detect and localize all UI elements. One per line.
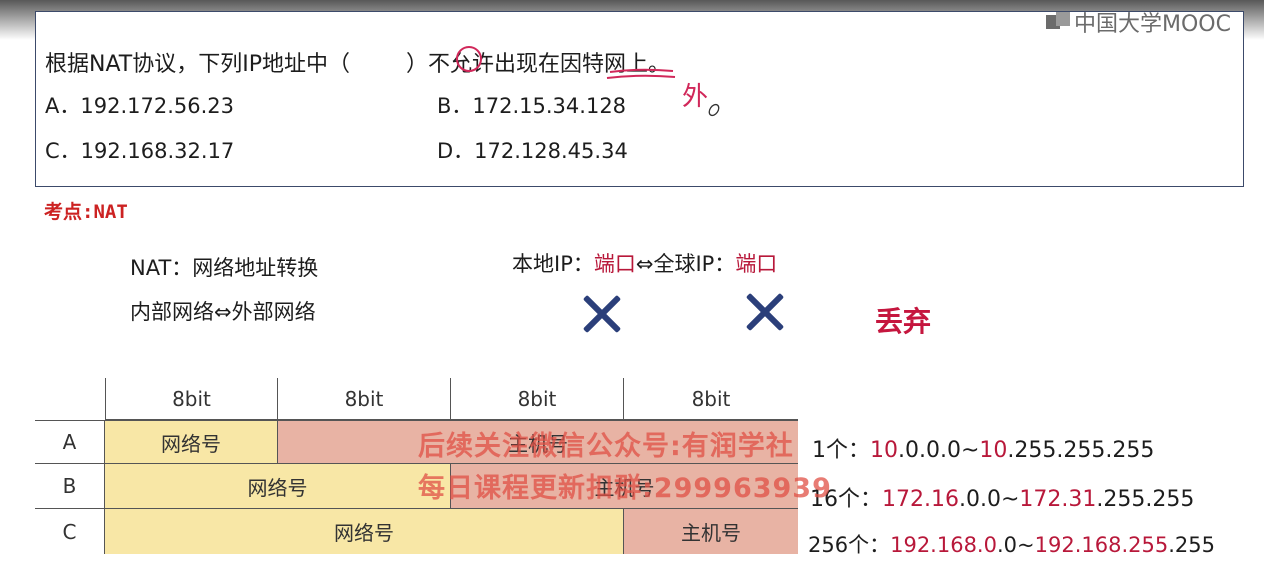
local-global-mapping: 本地IP：端口⇔全球IP：端口 <box>512 248 777 278</box>
range-tilde: ~ <box>1017 533 1035 557</box>
range-class-b: 16个：172.16.0.0~172.31.255.255 <box>810 481 1194 513</box>
mooc-logo: 中国大学MOOC <box>1046 8 1231 37</box>
option-b: B．172.15.34.128 <box>437 94 627 118</box>
range-end-host: .255 <box>1168 533 1216 557</box>
local-ip-label: 本地IP： <box>512 252 594 276</box>
nat-definition: NAT：网络地址转换 <box>130 256 319 280</box>
cross-icon <box>743 290 787 334</box>
option-d: D．172.128.45.34 <box>437 139 628 163</box>
row-label-a: A <box>35 420 105 464</box>
range-tilde: ~ <box>960 438 980 463</box>
mooc-logo-icon <box>1046 12 1070 32</box>
pen-cursor-icon <box>708 103 720 117</box>
row-label-b: B <box>35 464 105 509</box>
global-ip-label: ⇔全球IP： <box>635 252 736 276</box>
host-cell-c: 主机号 <box>624 509 798 554</box>
net-cell-c: 网络号 <box>105 509 624 554</box>
header-cell: 8bit <box>105 378 278 420</box>
range-count: 256个： <box>808 533 891 557</box>
range-start-net: 192.168.0 <box>890 533 997 557</box>
range-start-net: 10 <box>870 438 898 463</box>
header-cell: 8bit <box>624 378 798 420</box>
range-count: 1个： <box>812 438 870 463</box>
range-class-a: 1个：10.0.0.0~10.255.255.255 <box>812 432 1154 464</box>
range-tilde: ~ <box>1000 487 1020 512</box>
kaodian-label: 考点:NAT <box>44 201 128 223</box>
range-start-host: .0.0.0 <box>898 438 961 463</box>
range-end-host: .255.255 <box>1096 487 1195 512</box>
header-cell: 8bit <box>451 378 624 420</box>
handwritten-wai: 外 <box>682 82 709 112</box>
header-cell: 8bit <box>278 378 451 420</box>
option-c: C．192.168.32.17 <box>45 139 235 163</box>
range-class-c: 256个：192.168.0.0~192.168.255.255 <box>808 529 1215 559</box>
port-label-2: 端口 <box>735 252 778 276</box>
range-end-net: 172.31 <box>1019 487 1097 512</box>
port-label-1: 端口 <box>593 252 636 276</box>
range-start-net: 172.16 <box>882 487 959 512</box>
inside-outside-network: 内部网络⇔外部网络 <box>130 300 316 324</box>
range-start-host: .0.0 <box>958 487 1001 512</box>
logo-text: 中国大学MOOC <box>1074 12 1231 37</box>
range-start-host: .0 <box>996 533 1018 557</box>
range-end-host: .255.255.255 <box>1007 438 1155 463</box>
row-label-c: C <box>35 509 105 554</box>
net-cell-a: 网络号 <box>105 420 278 464</box>
net-cell-b: 网络号 <box>105 464 451 509</box>
watermark-line-1: 后续关注微信公众号:有润学社 <box>418 431 794 462</box>
discard-label: 丢弃 <box>875 305 932 338</box>
option-a: A．192.172.56.23 <box>45 94 234 118</box>
range-end-net: 10 <box>979 438 1008 463</box>
range-end-net: 192.168.255 <box>1034 533 1169 557</box>
watermark-line-2: 每日课程更新扣群:299963939 <box>418 473 832 504</box>
cross-icon <box>580 292 624 336</box>
